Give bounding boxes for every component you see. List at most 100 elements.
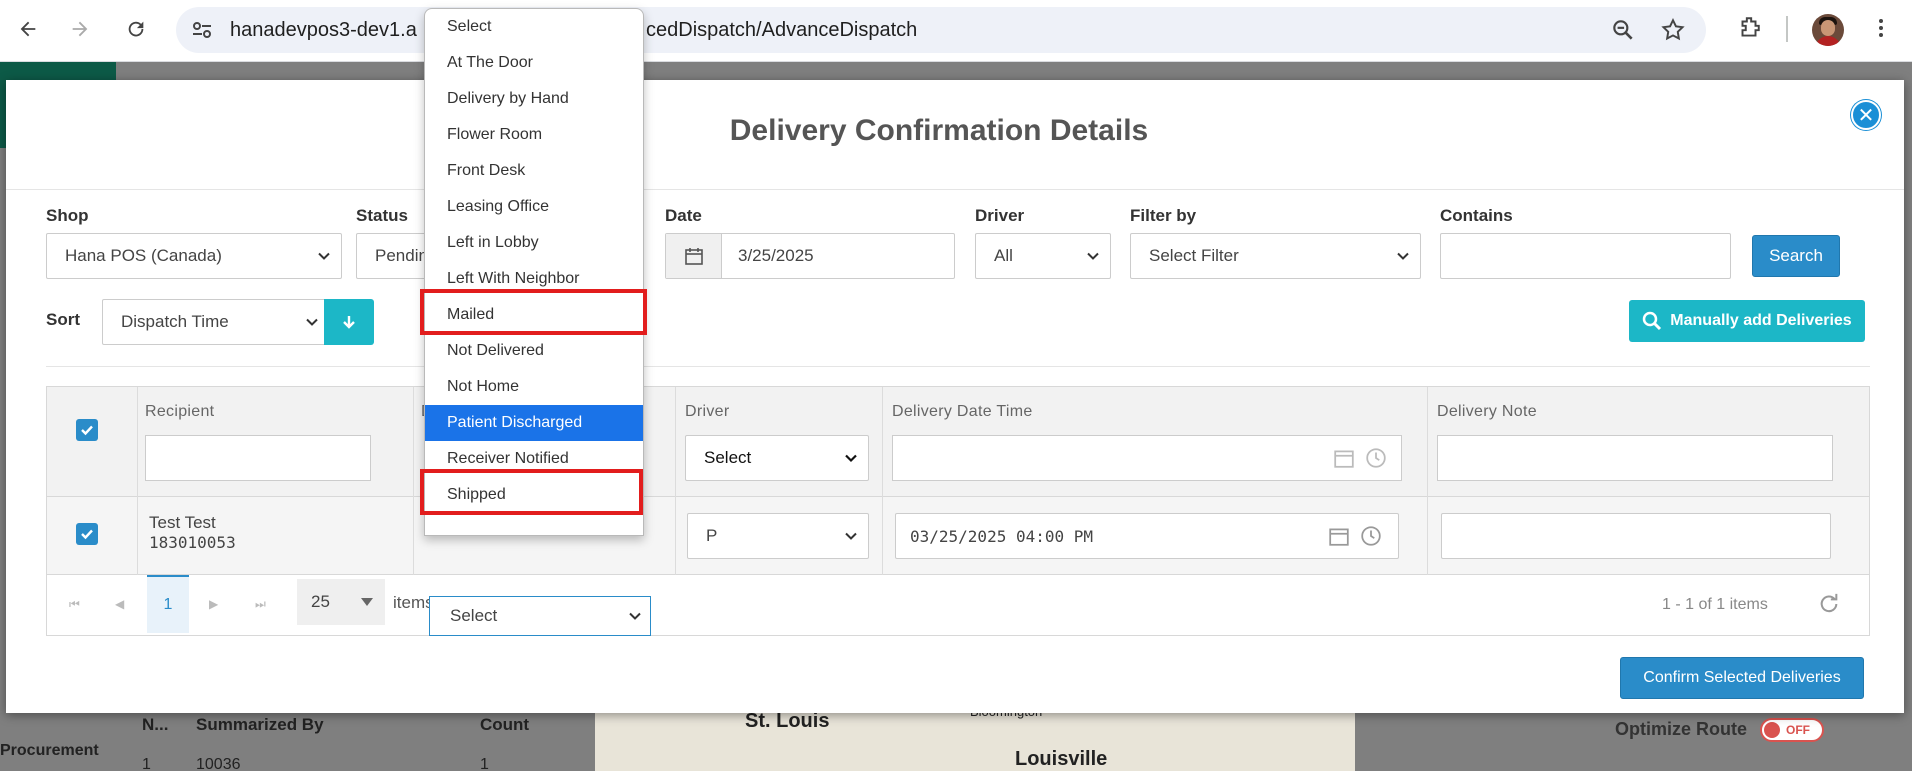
- driver-column-select-value: Select: [704, 448, 752, 467]
- row-note-input[interactable]: [1441, 513, 1831, 559]
- manually-add-deliveries-button[interactable]: Manually add Deliveries: [1629, 300, 1865, 342]
- first-page-icon[interactable]: ⏮: [69, 597, 80, 612]
- close-icon[interactable]: ✕: [1851, 100, 1881, 130]
- next-page-icon[interactable]: ▶: [209, 597, 218, 611]
- calendar-icon[interactable]: [1328, 525, 1350, 547]
- calendar-icon[interactable]: [1333, 447, 1355, 469]
- col-divider: [1427, 387, 1428, 575]
- option-flower-room[interactable]: Flower Room: [425, 117, 643, 153]
- col-divider: [675, 387, 676, 575]
- contains-label: Contains: [1440, 206, 1513, 225]
- status-label: Status: [356, 206, 408, 225]
- recipient-filter-input[interactable]: [145, 435, 371, 481]
- row-datetime-input[interactable]: 03/25/2025 04:00 PM: [895, 513, 1399, 559]
- page-size-select[interactable]: 25: [297, 579, 385, 625]
- optimize-route-label: Optimize Route: [1615, 719, 1748, 739]
- table-row[interactable]: Test Test 183010053 P 03/25/2025 04:00 P…: [47, 497, 1869, 575]
- row-driver-value: P: [706, 526, 718, 545]
- search-button[interactable]: Search: [1752, 235, 1840, 277]
- modal-header: Delivery Confirmation Details ✕: [6, 80, 1904, 190]
- shop-label: Shop: [46, 206, 89, 225]
- date-label: Date: [665, 206, 702, 225]
- modal-title: Delivery Confirmation Details: [729, 114, 1149, 147]
- bg-cell: 1: [480, 756, 489, 771]
- extensions-icon[interactable]: [1734, 13, 1764, 43]
- col-divider: [137, 387, 138, 575]
- grid-pager: ⏮ ◀ 1 ▶ ⏭ 25 items per page 1 - 1 of 1 i…: [47, 575, 1869, 635]
- chevron-down-icon: [306, 318, 318, 326]
- driver-label: Driver: [975, 206, 1025, 225]
- zoom-icon[interactable]: [1610, 17, 1636, 43]
- sort-select[interactable]: Dispatch Time: [102, 299, 330, 345]
- driver-filter-select[interactable]: All: [975, 233, 1111, 279]
- highlight-mailed-option: [420, 289, 647, 335]
- sidebar-procurement: Procurement: [0, 742, 99, 759]
- shop-select[interactable]: Hana POS (Canada): [46, 233, 342, 279]
- prev-page-icon[interactable]: ◀: [115, 597, 124, 611]
- driver-filter-value: All: [994, 246, 1013, 265]
- filter-by-value: Select Filter: [1149, 246, 1239, 265]
- recipient-id: 183010053: [149, 533, 236, 552]
- status-select-value: Pendin: [375, 246, 428, 265]
- note-filter-input[interactable]: [1437, 435, 1833, 481]
- row-delivery-type-select[interactable]: Select: [429, 596, 651, 636]
- row-delivery-type-value: Select: [450, 606, 498, 625]
- url-text-start: hanadevpos3-dev1.a: [230, 19, 417, 41]
- col-recipient: Recipient: [145, 403, 215, 420]
- page-number-button[interactable]: 1: [147, 575, 189, 633]
- option-delivery-by-hand[interactable]: Delivery by Hand: [425, 81, 643, 117]
- bookmark-star-icon[interactable]: [1660, 17, 1686, 43]
- option-leasing-office[interactable]: Leasing Office: [425, 189, 643, 225]
- sort-direction-button[interactable]: [324, 299, 374, 345]
- row-driver-select[interactable]: P: [687, 513, 869, 559]
- option-left-in-lobby[interactable]: Left in Lobby: [425, 225, 643, 261]
- option-not-home[interactable]: Not Home: [425, 369, 643, 405]
- more-menu-icon[interactable]: [1866, 13, 1896, 43]
- col-delivery-note: Delivery Note: [1437, 403, 1537, 420]
- arrow-down-icon: [343, 316, 355, 329]
- optimize-route-toggle[interactable]: OFF: [1760, 718, 1824, 742]
- last-page-icon[interactable]: ⏭: [255, 597, 266, 612]
- option-not-delivered[interactable]: Not Delivered: [425, 333, 643, 369]
- row-checkbox[interactable]: [76, 523, 98, 545]
- site-settings-icon[interactable]: [190, 18, 214, 42]
- browser-toolbar: hanadevpos3-dev1.a cedDispatch/AdvanceDi…: [0, 0, 1912, 62]
- col-delivery-datetime: Delivery Date Time: [892, 403, 1033, 420]
- grid-header: Recipient D Driver Delivery Date Time De…: [47, 387, 1869, 497]
- profile-avatar[interactable]: [1812, 14, 1844, 46]
- option-front-desk[interactable]: Front Desk: [425, 153, 643, 189]
- chevron-down-icon: [845, 454, 857, 463]
- url-text-end: cedDispatch/AdvanceDispatch: [646, 19, 918, 41]
- driver-column-select[interactable]: Select: [685, 435, 869, 481]
- clock-icon[interactable]: [1365, 447, 1387, 469]
- option-patient-discharged[interactable]: Patient Discharged: [425, 405, 643, 441]
- date-input[interactable]: 3/25/2025: [665, 233, 955, 279]
- select-all-checkbox[interactable]: [76, 419, 98, 441]
- toggle-state: OFF: [1786, 723, 1810, 737]
- back-icon[interactable]: [10, 11, 46, 47]
- clock-icon[interactable]: [1360, 525, 1382, 547]
- forward-icon[interactable]: [62, 11, 98, 47]
- divider: [46, 366, 1870, 367]
- bg-col-header: N...: [142, 715, 169, 734]
- delivery-confirmation-modal: Delivery Confirmation Details ✕ Shop Han…: [6, 80, 1904, 713]
- row-datetime-value: 03/25/2025 04:00 PM: [910, 526, 1094, 546]
- address-bar[interactable]: hanadevpos3-dev1.a cedDispatch/AdvanceDi…: [176, 7, 1706, 53]
- sort-value: Dispatch Time: [121, 312, 229, 331]
- recipient-name: Test Test: [149, 513, 216, 532]
- delivery-type-dropdown-list: Select At The Door Delivery by Hand Flow…: [424, 8, 644, 536]
- confirm-selected-deliveries-button[interactable]: Confirm Selected Deliveries: [1620, 657, 1864, 699]
- option-select[interactable]: Select: [425, 9, 643, 45]
- filter-by-select[interactable]: Select Filter: [1130, 233, 1421, 279]
- search-icon: [1643, 311, 1662, 331]
- reload-icon[interactable]: [118, 11, 154, 47]
- calendar-icon[interactable]: [666, 234, 722, 278]
- contains-input[interactable]: [1440, 233, 1731, 279]
- filter-by-label: Filter by: [1130, 206, 1197, 225]
- option-at-the-door[interactable]: At The Door: [425, 45, 643, 81]
- datetime-filter-input[interactable]: [892, 435, 1402, 481]
- caret-down-icon: [361, 598, 373, 606]
- map-label: Louisville: [1015, 748, 1108, 770]
- page-size-value: 25: [311, 592, 330, 611]
- refresh-icon[interactable]: [1818, 593, 1840, 615]
